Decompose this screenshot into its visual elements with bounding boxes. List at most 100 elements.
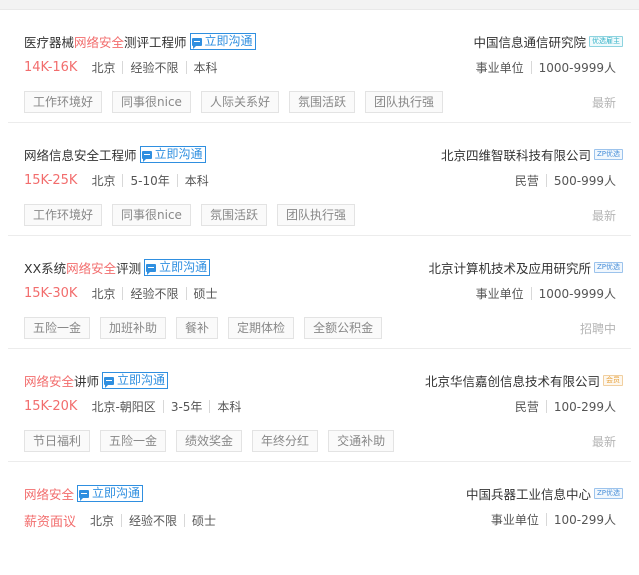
company-meta: 事业单位 1000-9999人 bbox=[476, 285, 616, 302]
company-name: 中国信息通信研究院 bbox=[473, 35, 586, 50]
post-status: 最新 bbox=[591, 435, 616, 449]
post-status: 最新 bbox=[591, 209, 616, 223]
separator bbox=[162, 400, 164, 413]
job-title-keyword: 网络安全 bbox=[24, 374, 75, 389]
job-card[interactable]: 网络安全 立即沟通 薪资面议 北京 经验不限 硕士 中国兵器工业信息中心 ZP优… bbox=[0, 462, 639, 575]
benefit-tag: 氛围活跃 bbox=[288, 91, 355, 113]
salary: 15K-25K bbox=[24, 173, 78, 188]
job-meta: 15K-20K 北京-朝阳区 3-5年 本科 bbox=[24, 398, 241, 415]
experience: 5-10年 bbox=[130, 174, 170, 188]
education: 本科 bbox=[217, 400, 242, 414]
company-type: 事业单位 bbox=[475, 287, 524, 301]
job-title[interactable]: 网络信息安全工程师 立即沟通 bbox=[24, 145, 206, 164]
company-name-link[interactable]: 北京华信嘉创信息技术有限公司 会员 bbox=[425, 371, 623, 390]
experience: 经验不限 bbox=[130, 61, 179, 75]
benefit-tag: 同事很nice bbox=[112, 204, 191, 226]
experience: 经验不限 bbox=[129, 514, 178, 528]
experience: 经验不限 bbox=[130, 287, 179, 301]
chat-now-button[interactable]: 立即沟通 bbox=[102, 372, 169, 389]
job-title-suffix: 评测 bbox=[116, 261, 142, 276]
company-badge: ZP优选 bbox=[593, 149, 623, 160]
company-meta: 事业单位 1000-9999人 bbox=[476, 59, 616, 76]
company-type: 事业单位 bbox=[490, 513, 539, 527]
company-size: 500-999人 bbox=[553, 174, 616, 188]
job-title-keyword: 网络安全 bbox=[24, 487, 75, 502]
chat-now-button[interactable]: 立即沟通 bbox=[139, 146, 206, 163]
benefit-tag: 氛围活跃 bbox=[200, 204, 267, 226]
chat-now-button[interactable]: 立即沟通 bbox=[189, 33, 256, 50]
job-card[interactable]: XX系统 网络安全 评测 立即沟通 15K-30K 北京 经验不限 硕士 五险一金 … bbox=[0, 236, 639, 349]
education: 本科 bbox=[184, 174, 209, 188]
benefit-tag: 人际关系好 bbox=[200, 91, 279, 113]
chat-now-button[interactable]: 立即沟通 bbox=[77, 485, 144, 502]
company-type: 事业单位 bbox=[475, 61, 524, 75]
company-size: 1000-9999人 bbox=[538, 287, 616, 301]
job-meta: 14K-16K 北京 经验不限 本科 bbox=[24, 59, 218, 76]
job-title[interactable]: 医疗器械 网络安全 测评工程师 立即沟通 bbox=[24, 32, 256, 51]
education: 本科 bbox=[193, 61, 218, 75]
salary: 薪资面议 bbox=[24, 515, 77, 530]
benefit-tag: 绩效奖金 bbox=[176, 430, 243, 452]
company-badge: 会员 bbox=[603, 375, 623, 386]
job-title-prefix: XX系统 bbox=[24, 261, 67, 276]
benefit-tag: 团队执行强 bbox=[276, 204, 355, 226]
separator bbox=[209, 400, 211, 413]
company-name-link[interactable]: 北京计算机技术及应用研究所 ZP优选 bbox=[428, 258, 623, 277]
chat-bubble-icon bbox=[141, 150, 152, 162]
job-meta: 15K-25K 北京 5-10年 本科 bbox=[24, 172, 209, 189]
separator bbox=[121, 514, 123, 527]
benefit-tag: 加班补助 bbox=[100, 317, 167, 339]
experience: 3-5年 bbox=[170, 400, 203, 414]
post-status: 招聘中 bbox=[579, 322, 616, 336]
benefit-tags: 五险一金 加班补助 餐补 定期体检 全额公积金 bbox=[24, 317, 392, 339]
top-bar bbox=[0, 0, 639, 10]
benefit-tag: 工作环境好 bbox=[24, 204, 103, 226]
chat-now-label: 立即沟通 bbox=[204, 34, 253, 48]
salary: 15K-30K bbox=[24, 286, 78, 301]
job-title-keyword: 网络安全 bbox=[74, 35, 125, 50]
separator bbox=[185, 287, 187, 300]
job-title-prefix: 医疗器械 bbox=[24, 35, 75, 50]
company-meta: 事业单位 100-299人 bbox=[491, 511, 616, 528]
separator bbox=[122, 61, 124, 74]
company-badge: ZP优选 bbox=[593, 488, 623, 499]
job-meta: 15K-30K 北京 经验不限 硕士 bbox=[24, 285, 218, 302]
job-title-suffix: 讲师 bbox=[74, 374, 100, 389]
benefit-tag: 交通补助 bbox=[328, 430, 395, 452]
job-title[interactable]: 网络安全 立即沟通 bbox=[24, 484, 144, 503]
city: 北京 bbox=[91, 174, 116, 188]
job-title[interactable]: 网络安全 讲师 立即沟通 bbox=[24, 371, 169, 390]
job-title[interactable]: XX系统 网络安全 评测 立即沟通 bbox=[24, 258, 211, 277]
company-badge: ZP优选 bbox=[593, 262, 623, 273]
chat-bubble-icon bbox=[146, 263, 157, 275]
job-title-prefix: 网络信息安全工程师 bbox=[24, 148, 137, 163]
separator bbox=[530, 61, 532, 74]
company-name-link[interactable]: 中国信息通信研究院 优选雇主 bbox=[473, 32, 623, 51]
chat-now-label: 立即沟通 bbox=[92, 486, 141, 500]
company-name-link[interactable]: 中国兵器工业信息中心 ZP优选 bbox=[466, 484, 623, 503]
company-type: 民营 bbox=[514, 400, 539, 414]
job-meta: 薪资面议 北京 经验不限 硕士 bbox=[24, 511, 216, 530]
job-list: 医疗器械 网络安全 测评工程师 立即沟通 14K-16K 北京 经验不限 本科 工作… bbox=[0, 10, 639, 575]
job-card[interactable]: 网络安全 讲师 立即沟通 15K-20K 北京-朝阳区 3-5年 本科 节日福利 … bbox=[0, 349, 639, 462]
chat-bubble-icon bbox=[79, 489, 90, 501]
separator bbox=[545, 400, 547, 413]
company-name: 北京华信嘉创信息技术有限公司 bbox=[424, 374, 600, 389]
job-title-keyword: 网络安全 bbox=[66, 261, 117, 276]
company-name-link[interactable]: 北京四维智联科技有限公司 ZP优选 bbox=[441, 145, 623, 164]
job-card[interactable]: 网络信息安全工程师 立即沟通 15K-25K 北京 5-10年 本科 工作环境好… bbox=[0, 123, 639, 236]
company-name: 北京计算机技术及应用研究所 bbox=[428, 261, 591, 276]
city: 北京 bbox=[90, 514, 115, 528]
benefit-tags: 工作环境好 同事很nice 人际关系好 氛围活跃 团队执行强 bbox=[24, 91, 453, 113]
benefit-tag: 定期体检 bbox=[228, 317, 295, 339]
salary: 14K-16K bbox=[24, 60, 78, 75]
benefit-tag: 同事很nice bbox=[112, 91, 191, 113]
company-type: 民营 bbox=[514, 174, 539, 188]
post-status: 最新 bbox=[591, 96, 616, 110]
separator bbox=[545, 174, 547, 187]
benefit-tag: 工作环境好 bbox=[24, 91, 103, 113]
job-card[interactable]: 医疗器械 网络安全 测评工程师 立即沟通 14K-16K 北京 经验不限 本科 工作… bbox=[0, 10, 639, 123]
chat-now-button[interactable]: 立即沟通 bbox=[144, 259, 211, 276]
company-name: 中国兵器工业信息中心 bbox=[465, 487, 591, 502]
chat-now-label: 立即沟通 bbox=[117, 373, 166, 387]
